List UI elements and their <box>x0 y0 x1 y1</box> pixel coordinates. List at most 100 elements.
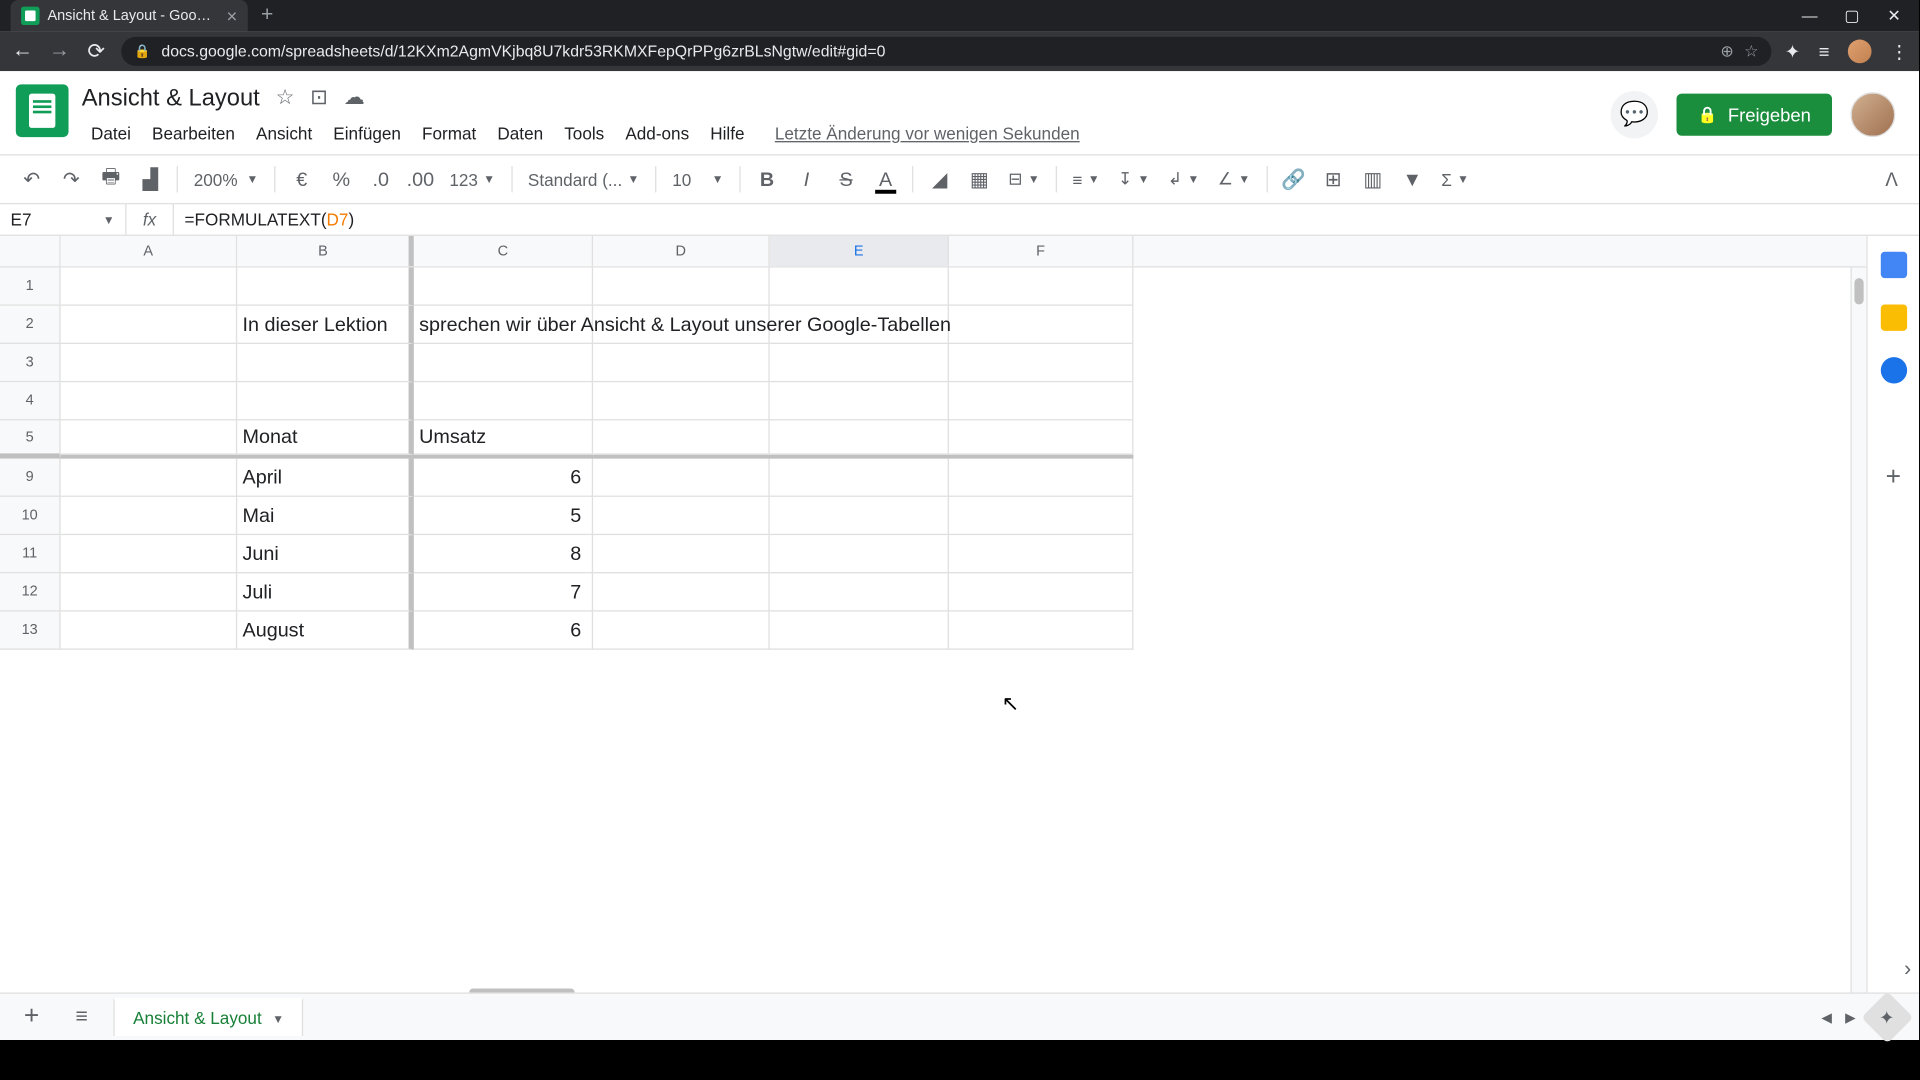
reading-list-icon[interactable]: ≡ <box>1819 41 1830 62</box>
cell[interactable] <box>61 344 238 382</box>
cell[interactable] <box>593 612 770 650</box>
cell[interactable] <box>61 573 238 611</box>
cell[interactable] <box>593 344 770 382</box>
cells-grid[interactable]: In dieser Lektion sprechen wir über Ansi… <box>61 268 1134 650</box>
tasks-icon[interactable] <box>1880 357 1906 383</box>
cell[interactable] <box>949 306 1134 344</box>
text-rotation-button[interactable]: ∠▼ <box>1210 161 1258 198</box>
cell[interactable] <box>949 497 1134 535</box>
cell[interactable] <box>61 497 238 535</box>
insert-comment-button[interactable]: ⊞ <box>1315 161 1352 198</box>
cell[interactable] <box>770 459 949 497</box>
cell[interactable] <box>61 459 238 497</box>
menu-tools[interactable]: Tools <box>555 119 613 149</box>
browser-tab[interactable]: Ansicht & Layout - Google Tabel × <box>11 0 248 32</box>
italic-button[interactable]: I <box>788 161 825 198</box>
add-addon-icon[interactable]: + <box>1886 463 1901 493</box>
currency-button[interactable]: € <box>283 161 320 198</box>
extensions-icon[interactable]: ✦ <box>1785 40 1800 62</box>
minimize-button[interactable]: — <box>1800 7 1818 25</box>
fill-color-button[interactable]: ◢ <box>921 161 958 198</box>
increase-decimal-button[interactable]: .00 <box>402 161 439 198</box>
redo-button[interactable]: ↷ <box>53 161 90 198</box>
row-header[interactable]: 11 <box>0 535 61 573</box>
cell[interactable] <box>593 382 770 420</box>
cell[interactable] <box>770 535 949 573</box>
menu-format[interactable]: Format <box>413 119 486 149</box>
name-box[interactable]: E7 ▼ <box>0 204 127 234</box>
cell[interactable] <box>61 612 238 650</box>
horizontal-align-button[interactable]: ≡▼ <box>1065 161 1108 198</box>
row-header[interactable]: 1 <box>0 268 61 306</box>
percent-button[interactable]: % <box>323 161 360 198</box>
back-button[interactable]: ← <box>11 40 35 64</box>
cell[interactable] <box>414 344 593 382</box>
column-header-f[interactable]: F <box>949 236 1134 266</box>
vertical-align-button[interactable]: ↧▼ <box>1110 161 1157 198</box>
cell[interactable] <box>237 344 414 382</box>
column-header-e[interactable]: E <box>770 236 949 266</box>
share-button[interactable]: Freigeben <box>1676 93 1832 135</box>
sheet-scroll-left[interactable]: ◂ <box>1821 1004 1832 1030</box>
calendar-icon[interactable] <box>1880 252 1906 278</box>
menu-ansicht[interactable]: Ansicht <box>247 119 322 149</box>
cell[interactable] <box>949 612 1134 650</box>
cell-b5[interactable]: Monat <box>237 420 414 454</box>
forward-button[interactable]: → <box>47 40 71 64</box>
row-header[interactable]: 2 <box>0 306 61 344</box>
cloud-status-icon[interactable]: ☁ <box>344 84 365 110</box>
paint-format-button[interactable]: ▟ <box>132 161 169 198</box>
url-field[interactable]: 🔒 docs.google.com/spreadsheets/d/12KXm2A… <box>121 37 1771 66</box>
font-select[interactable]: Standard (...▼ <box>520 161 647 198</box>
cell[interactable] <box>593 459 770 497</box>
account-avatar[interactable] <box>1850 92 1895 137</box>
cell[interactable] <box>237 382 414 420</box>
cell[interactable] <box>949 268 1134 306</box>
move-icon[interactable]: ⊡ <box>310 84 328 110</box>
undo-button[interactable]: ↶ <box>13 161 50 198</box>
cell[interactable] <box>61 306 238 344</box>
cell[interactable] <box>237 268 414 306</box>
cell[interactable] <box>770 497 949 535</box>
document-title[interactable]: Ansicht & Layout <box>82 84 260 112</box>
zoom-indicator-icon[interactable]: ⊕ <box>1720 42 1733 60</box>
menu-hilfe[interactable]: Hilfe <box>701 119 754 149</box>
decrease-decimal-button[interactable]: .0 <box>362 161 399 198</box>
cell[interactable]: 5 <box>414 497 593 535</box>
browser-menu-icon[interactable]: ⋮ <box>1890 40 1908 62</box>
cell-c5[interactable]: Umsatz <box>414 420 593 454</box>
last-edit-link[interactable]: Letzte Änderung vor wenigen Sekunden <box>775 124 1080 144</box>
cell[interactable] <box>949 344 1134 382</box>
cell[interactable] <box>61 382 238 420</box>
cell[interactable] <box>770 268 949 306</box>
cell[interactable] <box>949 459 1134 497</box>
star-icon[interactable]: ☆ <box>276 84 295 110</box>
vertical-scrollbar[interactable] <box>1850 268 1866 999</box>
column-header-b[interactable]: B <box>237 236 414 266</box>
cell[interactable] <box>61 420 238 454</box>
merge-cells-button[interactable]: ⊟▼ <box>1000 161 1047 198</box>
column-header-a[interactable]: A <box>61 236 238 266</box>
menu-bearbeiten[interactable]: Bearbeiten <box>143 119 244 149</box>
menu-addons[interactable]: Add-ons <box>616 119 698 149</box>
cell[interactable] <box>949 573 1134 611</box>
cell[interactable] <box>414 382 593 420</box>
text-color-button[interactable]: A <box>867 161 904 198</box>
sheet-tab-active[interactable]: Ansicht & Layout ▼ <box>113 998 303 1036</box>
cell[interactable] <box>593 573 770 611</box>
strikethrough-button[interactable]: S <box>828 161 865 198</box>
functions-button[interactable]: Σ▼ <box>1433 161 1476 198</box>
menu-datei[interactable]: Datei <box>82 119 140 149</box>
sheet-scroll-right[interactable]: ▸ <box>1845 1004 1856 1030</box>
cell[interactable] <box>414 268 593 306</box>
print-button[interactable]: 🖶 <box>92 161 129 198</box>
menu-daten[interactable]: Daten <box>488 119 552 149</box>
font-size-select[interactable]: 10▼ <box>664 161 731 198</box>
number-format-select[interactable]: 123▼ <box>441 161 502 198</box>
cell[interactable] <box>770 382 949 420</box>
cell[interactable] <box>61 535 238 573</box>
cell[interactable]: Mai <box>237 497 414 535</box>
all-sheets-button[interactable]: ≡ <box>63 1005 100 1029</box>
row-header[interactable]: 12 <box>0 573 61 611</box>
formula-input[interactable]: =FORMULATEXT(D7) <box>174 209 1919 230</box>
